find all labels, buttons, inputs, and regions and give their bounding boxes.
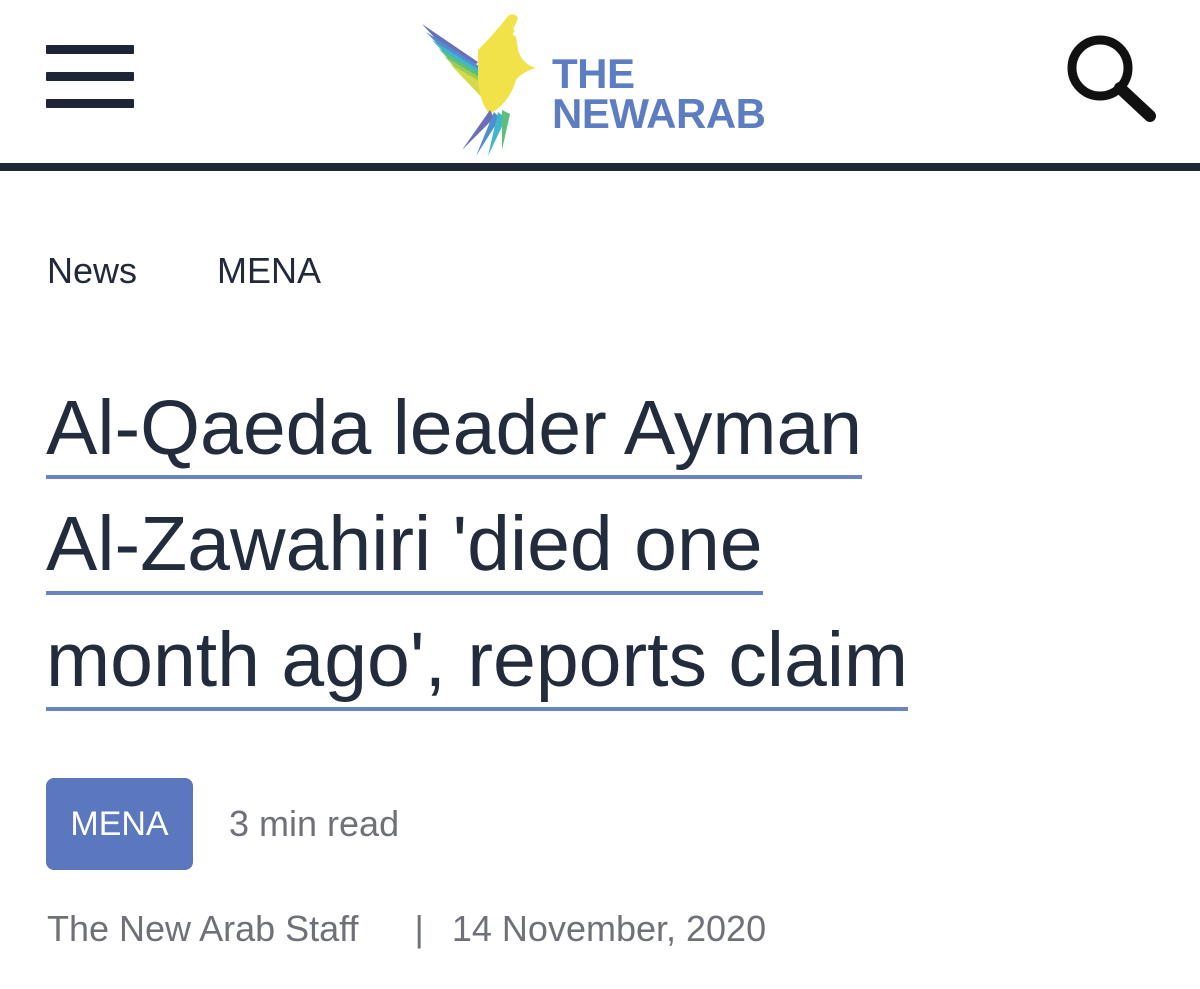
- author-name[interactable]: The New Arab Staff: [47, 908, 359, 952]
- headline-line[interactable]: Al-Zawahiri 'died one: [46, 501, 763, 595]
- article-meta: MENA 3 min read: [46, 778, 399, 870]
- hamburger-menu-icon[interactable]: [46, 45, 134, 109]
- search-icon: [1067, 35, 1156, 122]
- article-headline: Al-Qaeda leader Ayman Al-Zawahiri 'died …: [46, 370, 1156, 718]
- bird-logo-icon: [422, 14, 536, 156]
- category-tag[interactable]: MENA: [46, 778, 193, 870]
- breadcrumb-item-news[interactable]: News: [47, 250, 137, 294]
- menu-bar: [46, 99, 134, 108]
- headline-line[interactable]: month ago', reports claim: [46, 617, 909, 711]
- publish-date: 14 November, 2020: [451, 908, 767, 949]
- menu-bar: [46, 45, 134, 54]
- logo-wordmark: THE NEWARAB: [552, 50, 766, 137]
- byline: The New Arab Staff | 14 November, 2020: [47, 908, 766, 952]
- header-divider: [0, 163, 1200, 171]
- logo-text-line1: THE: [552, 50, 635, 97]
- read-time: 3 min read: [229, 803, 400, 844]
- site-logo[interactable]: THE NEWARAB: [418, 10, 788, 158]
- site-header: THE NEWARAB: [0, 0, 1200, 163]
- headline-line[interactable]: Al-Qaeda leader Ayman: [46, 385, 863, 479]
- breadcrumb-item-mena[interactable]: MENA: [217, 250, 321, 294]
- breadcrumb: News MENA: [47, 250, 321, 294]
- search-button[interactable]: [1062, 30, 1158, 126]
- menu-bar: [46, 72, 134, 81]
- byline-separator: |: [414, 908, 424, 949]
- logo-text-line2: NEWARAB: [552, 90, 766, 137]
